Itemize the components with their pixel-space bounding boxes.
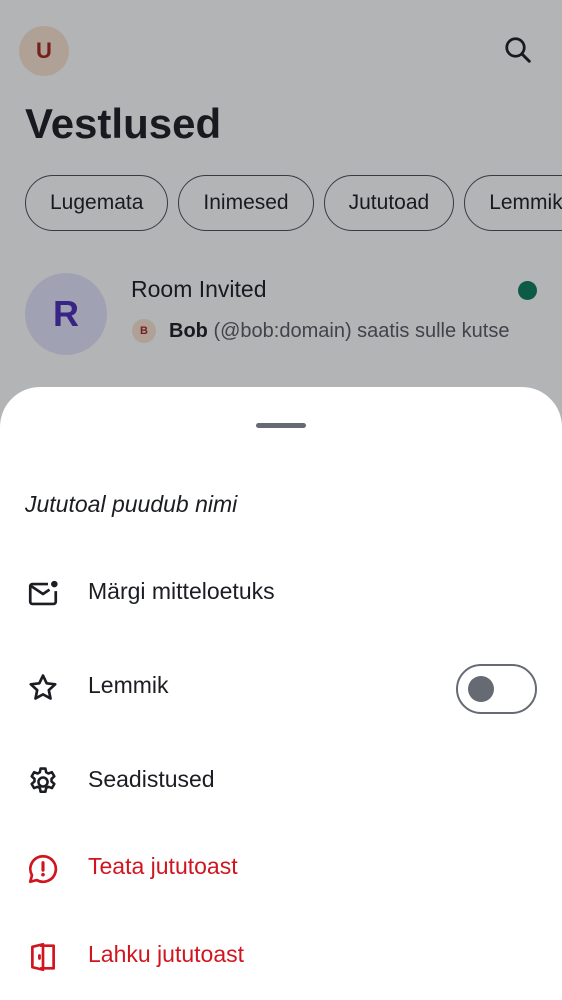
- sheet-title: Jututoal puudub nimi: [25, 491, 238, 517]
- toggle-knob: [468, 676, 494, 702]
- settings-item[interactable]: Seadistused: [0, 751, 562, 811]
- leave-room-item[interactable]: Lahku jututoast: [0, 926, 562, 986]
- room-options-sheet: Jututoal puudub nimi Märgi mitteloetuks …: [0, 387, 562, 1000]
- favourite-toggle[interactable]: [456, 664, 537, 714]
- leave-door-icon: [25, 939, 61, 975]
- report-chat-icon: [25, 851, 61, 887]
- report-room-item[interactable]: Teata jututoast: [0, 838, 562, 898]
- mail-unread-icon: [25, 576, 61, 612]
- settings-label: Seadistused: [88, 766, 215, 792]
- leave-room-label: Lahku jututoast: [88, 941, 245, 967]
- favourite-item[interactable]: Lemmik: [0, 657, 562, 717]
- star-icon: [25, 670, 61, 706]
- mark-unread-item[interactable]: Märgi mitteloetuks: [0, 563, 562, 623]
- settings-gear-icon: [25, 764, 61, 800]
- favourite-label: Lemmik: [88, 672, 169, 698]
- report-room-label: Teata jututoast: [88, 853, 238, 879]
- mark-unread-label: Märgi mitteloetuks: [88, 578, 275, 604]
- drag-handle[interactable]: [256, 423, 306, 428]
